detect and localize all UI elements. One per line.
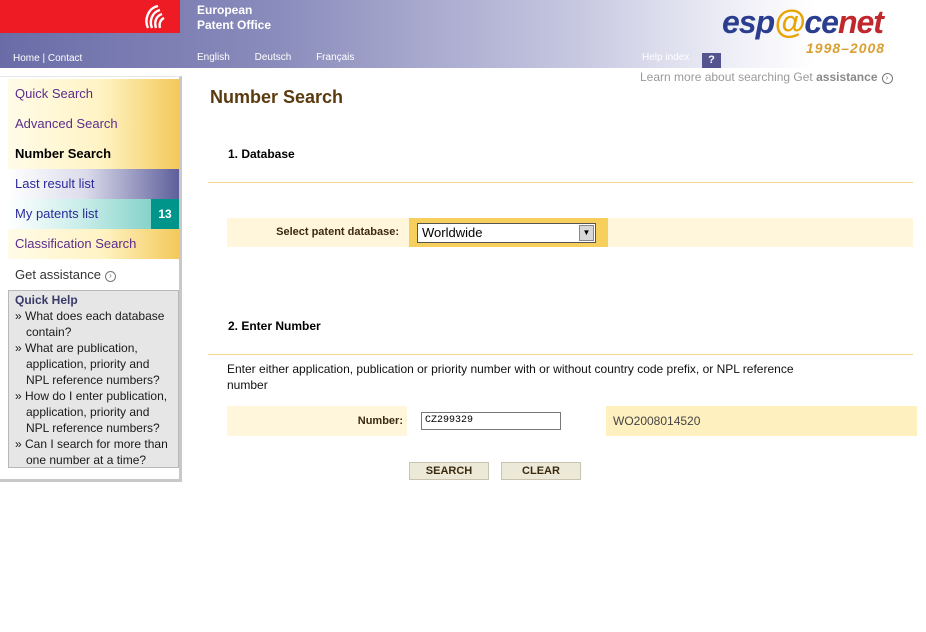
database-label: Select patent database: — [276, 226, 399, 238]
lang-english-link[interactable]: English — [197, 52, 230, 63]
chevron-down-icon[interactable]: ▼ — [579, 225, 594, 241]
number-example-cell: WO2008014520 — [606, 406, 917, 436]
number-input-cell: CZ299329 — [407, 406, 606, 436]
home-contact-links: Home | Contact — [13, 53, 82, 64]
quick-help-title: Quick Help — [15, 293, 78, 307]
language-links: English Deutsch Français — [197, 52, 376, 63]
database-select[interactable]: Worldwide ▼ — [417, 223, 596, 243]
my-patents-count-badge: 13 — [151, 199, 179, 229]
sidebar-item-classification-search[interactable]: Classification Search — [8, 229, 179, 259]
org-name-line2: Patent Office — [197, 18, 272, 32]
contact-link[interactable]: Contact — [48, 53, 82, 64]
espacenet-logo-years: 1998–2008 — [806, 40, 886, 56]
sidebar-item-label: My patents list — [15, 206, 99, 221]
database-selected-value: Worldwide — [422, 225, 483, 240]
help-question-icon[interactable]: ? — [702, 53, 721, 68]
epo-swirl-icon — [145, 4, 165, 29]
number-row: Number: CZ299329 WO2008014520 — [227, 406, 917, 436]
database-row: Select patent database: Worldwide ▼ — [227, 218, 913, 247]
quick-help-link[interactable]: » How do I enter publication, applicatio… — [15, 388, 172, 436]
epo-logo[interactable] — [0, 0, 180, 33]
home-link[interactable]: Home — [13, 53, 40, 64]
sidebar-item-quick-search[interactable]: Quick Search — [8, 79, 179, 109]
sidebar-item-get-assistance[interactable]: Get assistance › — [8, 260, 179, 290]
lang-francais-link[interactable]: Français — [316, 52, 354, 63]
sidebar-item-last-result-list[interactable]: Last result list — [8, 169, 179, 199]
sidebar-item-label: Get assistance — [15, 267, 101, 282]
section-enter-number-title: 2. Enter Number — [228, 319, 321, 333]
number-example: WO2008014520 — [613, 414, 701, 428]
number-instructions: Enter either application, publication or… — [227, 362, 794, 392]
link-separator: | — [42, 53, 46, 64]
sidebar-item-number-search[interactable]: Number Search — [8, 139, 179, 169]
header: European Patent Office Home | Contact En… — [0, 0, 926, 68]
divider — [208, 354, 913, 355]
lang-deutsch-link[interactable]: Deutsch — [255, 52, 292, 63]
org-name: European Patent Office — [197, 3, 271, 33]
help-index-link[interactable]: Help index — [642, 52, 689, 63]
divider — [208, 182, 913, 183]
quick-help-panel: Quick Help » What does each database con… — [8, 290, 179, 468]
page-title: Number Search — [210, 87, 344, 107]
section-database-title: 1. Database — [228, 147, 295, 161]
arrow-right-circle-icon: › — [881, 73, 893, 84]
arrow-right-circle-icon: › — [105, 271, 116, 282]
search-button[interactable]: SEARCH — [409, 462, 489, 480]
sidebar-item-advanced-search[interactable]: Advanced Search — [8, 109, 179, 139]
espacenet-logo-text: esp@cenet — [722, 4, 884, 40]
quick-help-link[interactable]: » Can I search for more than one number … — [15, 436, 172, 468]
clear-button[interactable]: CLEAR — [501, 462, 581, 480]
learn-more-assistance-link[interactable]: Learn more about searching Get assistanc… — [640, 70, 893, 84]
quick-help-link[interactable]: » What does each database contain? — [15, 308, 172, 340]
org-name-line1: European — [197, 3, 253, 17]
sidebar: Quick Search Advanced Search Number Sear… — [0, 76, 182, 482]
espacenet-logo[interactable]: esp@cenet 1998–2008 — [722, 4, 912, 60]
number-input[interactable]: CZ299329 — [421, 412, 561, 430]
sidebar-item-my-patents-list[interactable]: My patents list 13 — [8, 199, 179, 229]
database-select-cell: Worldwide ▼ — [409, 218, 608, 247]
number-label: Number: — [357, 415, 403, 427]
quick-help-link[interactable]: » What are publication, application, pri… — [15, 340, 172, 388]
